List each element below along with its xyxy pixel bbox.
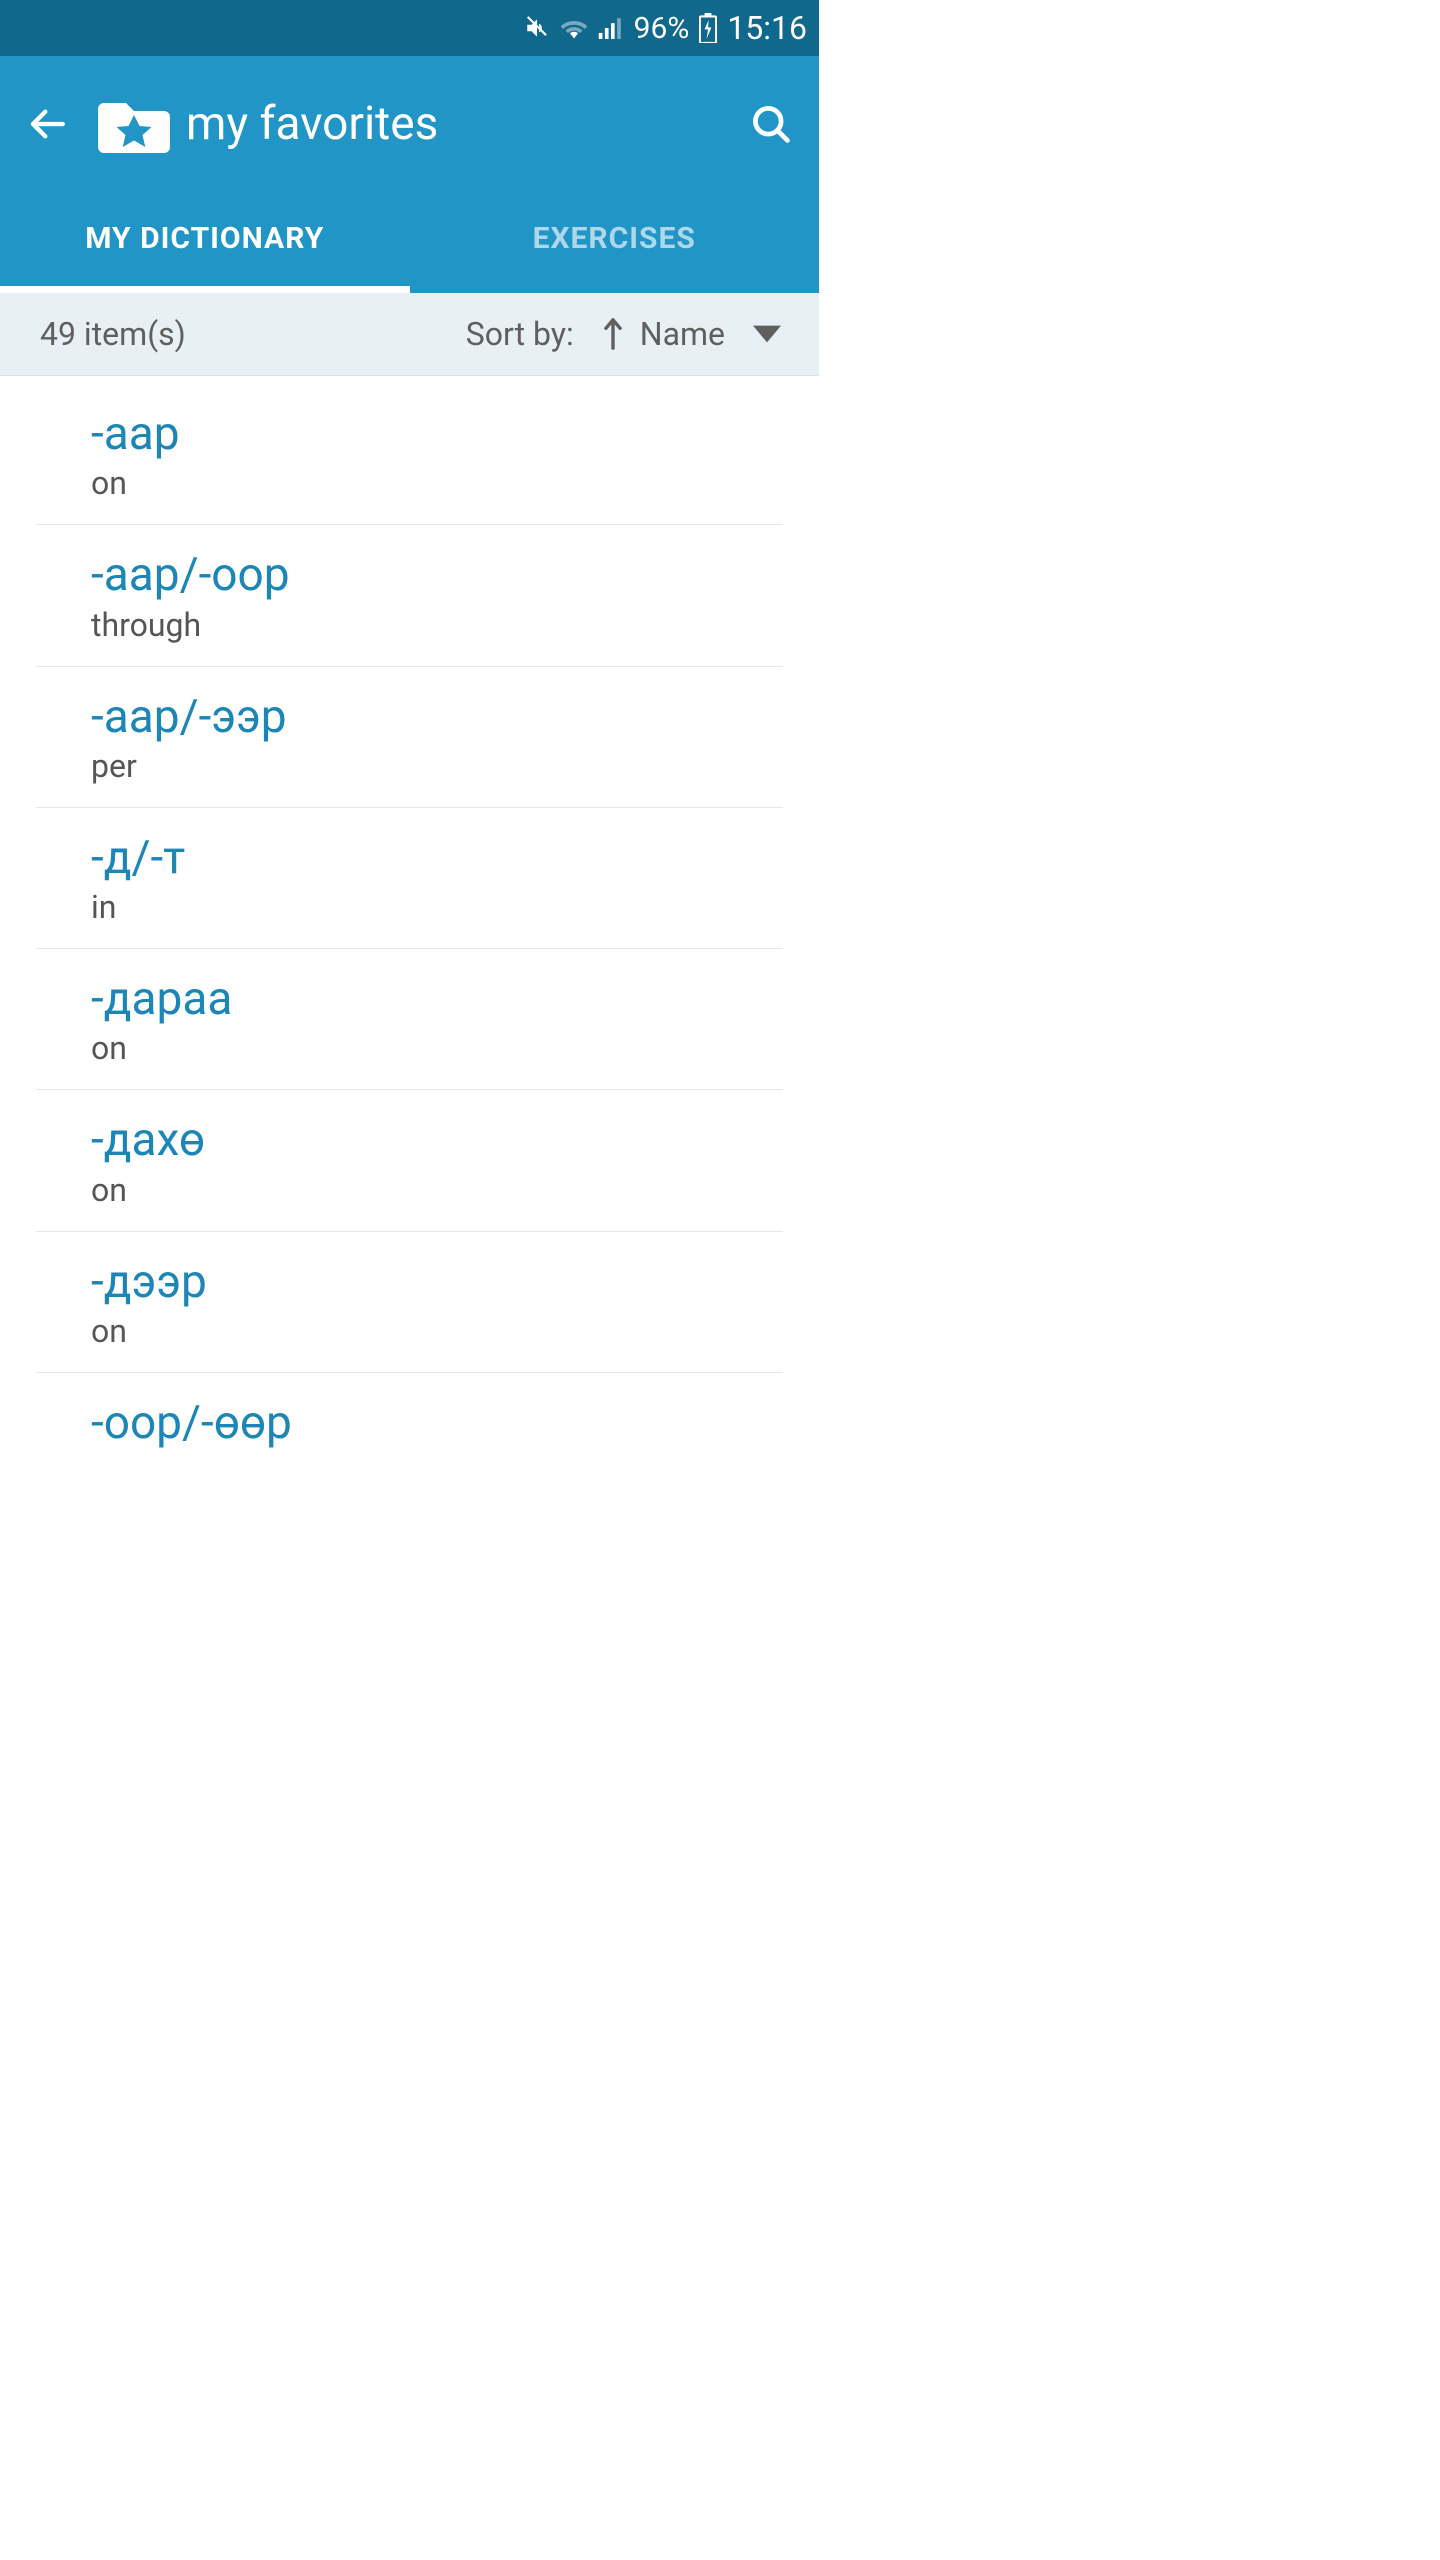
list-item[interactable]: -дээр on (36, 1232, 783, 1373)
clock-time: 15:16 (727, 9, 807, 47)
translation-text: through (91, 606, 783, 644)
list-item[interactable]: -аар/-оор through (36, 525, 783, 666)
translation-text: in (91, 888, 783, 926)
list-item[interactable]: -аар/-ээр per (36, 667, 783, 808)
list-item[interactable]: -оор/-өөр (36, 1373, 783, 1475)
list-item[interactable]: -аар on (36, 376, 783, 525)
word-text: -аар (91, 410, 783, 458)
list-item[interactable]: -дахө on (36, 1090, 783, 1231)
tab-label: EXERCISES (533, 221, 696, 256)
info-row: 49 item(s) Sort by: Name (0, 293, 819, 376)
sort-dropdown[interactable] (753, 325, 781, 343)
sort-direction-button[interactable] (602, 317, 624, 351)
search-button[interactable] (749, 102, 793, 146)
translation-text: per (91, 747, 783, 785)
battery-charging-icon (699, 13, 717, 43)
status-bar: 96% 15:16 (0, 0, 819, 56)
translation-text: on (91, 1171, 783, 1209)
word-text: -оор/-өөр (91, 1399, 783, 1447)
page-title: my favorites (186, 97, 749, 151)
word-text: -аар/-оор (91, 551, 783, 599)
status-icons (524, 15, 624, 41)
word-list: -аар on -аар/-оор through -аар/-ээр per … (0, 376, 819, 1475)
list-item[interactable]: -д/-т in (36, 808, 783, 949)
item-count: 49 item(s) (40, 315, 466, 353)
tab-label: MY DICTIONARY (85, 221, 324, 256)
back-button[interactable] (26, 103, 68, 145)
sort-field-label: Name (640, 315, 725, 353)
favorites-folder-icon (98, 95, 170, 153)
word-text: -дахө (91, 1116, 783, 1164)
word-text: -дээр (91, 1258, 783, 1306)
translation-text: on (91, 1029, 783, 1067)
app-bar: my favorites (0, 56, 819, 191)
translation-text: on (91, 1312, 783, 1350)
list-item[interactable]: -дараа on (36, 949, 783, 1090)
wifi-icon (560, 17, 588, 39)
sort-by-label: Sort by: (466, 315, 574, 353)
battery-percent: 96% (634, 11, 690, 46)
word-text: -дараа (91, 975, 783, 1023)
mute-icon (524, 15, 550, 41)
tab-bar: MY DICTIONARY EXERCISES (0, 191, 819, 293)
translation-text: on (91, 464, 783, 502)
tab-exercises[interactable]: EXERCISES (410, 191, 820, 293)
word-text: -д/-т (91, 834, 783, 882)
signal-icon (598, 17, 624, 39)
tab-my-dictionary[interactable]: MY DICTIONARY (0, 191, 410, 293)
word-text: -аар/-ээр (91, 693, 783, 741)
